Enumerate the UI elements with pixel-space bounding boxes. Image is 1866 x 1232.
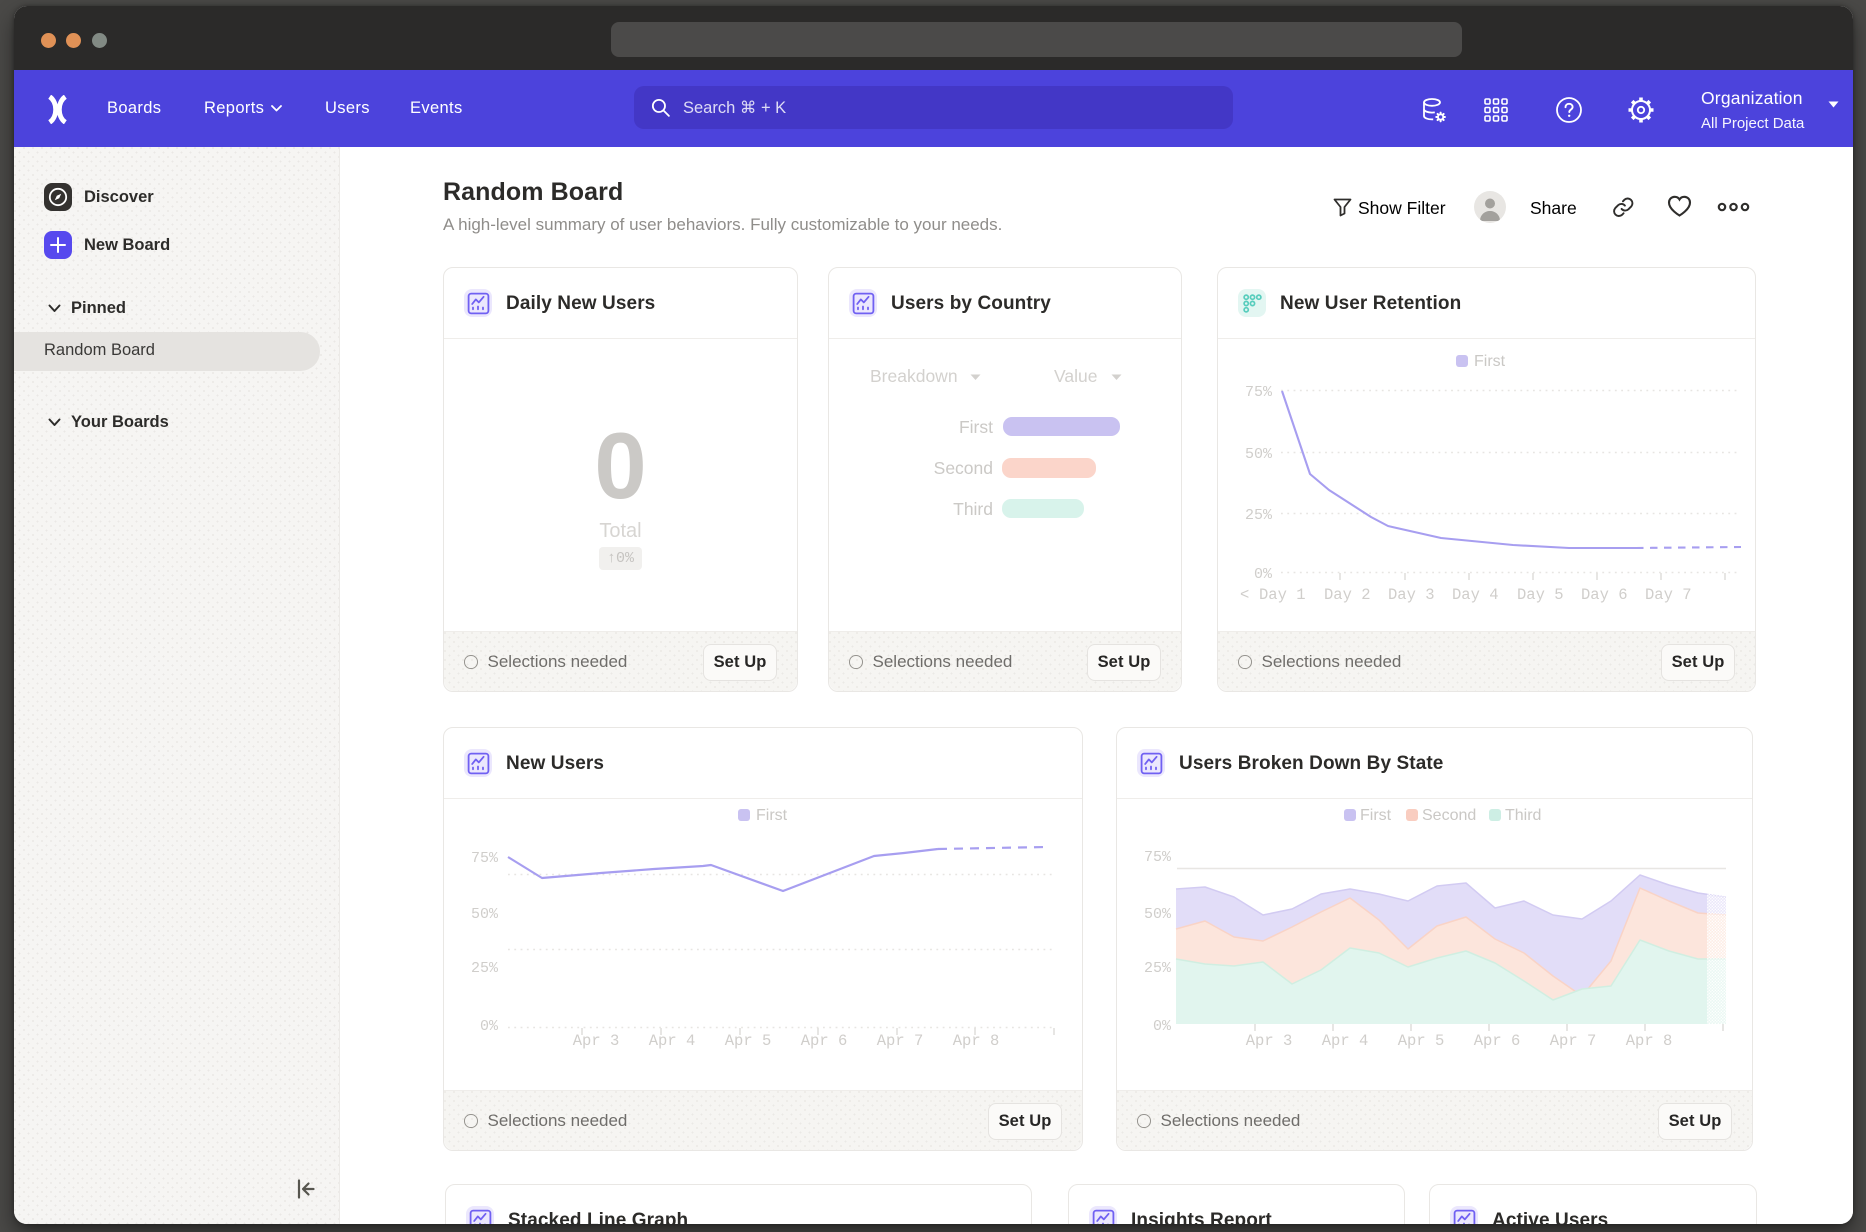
svg-text:Day 4: Day 4 [1452,586,1499,604]
svg-text:Second: Second [1422,807,1476,824]
svg-text:Apr 5: Apr 5 [725,1032,772,1050]
svg-text:Third: Third [1505,807,1541,824]
svg-text:Apr 4: Apr 4 [649,1032,696,1050]
svg-text:75%: 75% [1144,849,1172,866]
svg-text:Day 2: Day 2 [1324,586,1371,604]
svg-text:50%: 50% [1144,906,1172,923]
svg-text:First: First [756,807,788,824]
svg-text:Apr 7: Apr 7 [877,1032,924,1050]
svg-text:25%: 25% [471,960,499,977]
svg-text:75%: 75% [471,850,499,867]
svg-text:Apr 7: Apr 7 [1550,1032,1597,1050]
svg-text:25%: 25% [1245,507,1273,524]
svg-text:Day 3: Day 3 [1388,586,1435,604]
svg-text:50%: 50% [471,906,499,923]
svg-text:Apr 5: Apr 5 [1398,1032,1445,1050]
svg-text:0%: 0% [1153,1018,1172,1035]
svg-text:Day 5: Day 5 [1517,586,1564,604]
svg-text:Day 7: Day 7 [1645,586,1692,604]
svg-text:First: First [1360,807,1392,824]
svg-text:75%: 75% [1245,384,1273,401]
svg-text:Apr 6: Apr 6 [1474,1032,1521,1050]
svg-text:0%: 0% [480,1018,499,1035]
svg-text:<: < [1240,586,1249,604]
svg-text:Apr 3: Apr 3 [1246,1032,1293,1050]
svg-text:25%: 25% [1144,960,1172,977]
svg-text:Apr 4: Apr 4 [1322,1032,1369,1050]
svg-text:First: First [1474,353,1506,370]
svg-text:Apr 8: Apr 8 [953,1032,1000,1050]
svg-text:Apr 3: Apr 3 [573,1032,620,1050]
svg-text:Day 6: Day 6 [1581,586,1628,604]
svg-text:Day 1: Day 1 [1259,586,1306,604]
svg-text:50%: 50% [1245,446,1273,463]
svg-text:Apr 6: Apr 6 [801,1032,848,1050]
svg-text:0%: 0% [1254,566,1273,583]
svg-text:Apr 8: Apr 8 [1626,1032,1673,1050]
